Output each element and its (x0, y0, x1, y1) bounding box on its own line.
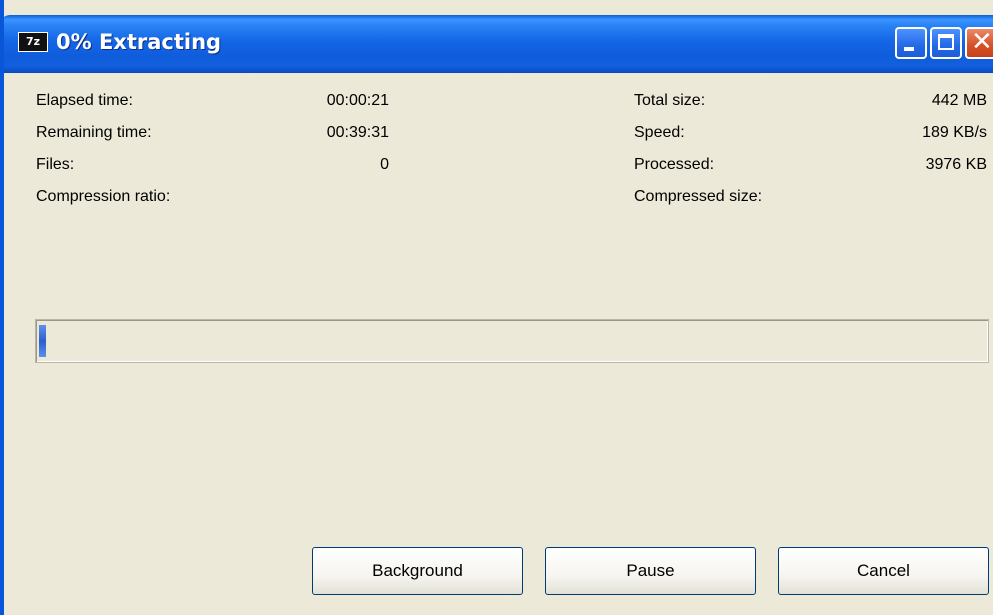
maximize-button[interactable] (930, 27, 962, 59)
compressed-size-label: Compressed size: (634, 188, 763, 205)
processed-label: Processed: (634, 156, 715, 173)
elapsed-time-value: 00:00:21 (326, 92, 389, 109)
processed-value: 3976 KB (925, 156, 987, 173)
total-size-value: 442 MB (931, 92, 987, 109)
close-button[interactable]: ✕ (965, 27, 993, 59)
window-title: 0% Extracting (56, 30, 222, 54)
progress-bar-fill (39, 325, 46, 357)
progress-bar (35, 319, 989, 363)
minimize-icon (904, 47, 914, 51)
speed-label: Speed: (634, 124, 685, 141)
remaining-time-value: 00:39:31 (326, 124, 389, 141)
title-bar[interactable]: 7z 0% Extracting ✕ (4, 15, 993, 73)
remaining-time-label: Remaining time: (36, 124, 152, 141)
files-value: 0 (380, 156, 389, 173)
total-size-label: Total size: (634, 92, 706, 109)
pause-button[interactable]: Pause (545, 547, 756, 595)
background-button[interactable]: Background (312, 547, 523, 595)
files-label: Files: (36, 156, 75, 173)
maximize-icon (938, 34, 954, 50)
elapsed-time-label: Elapsed time: (36, 92, 133, 109)
extract-progress-window: 7z 0% Extracting ✕ Elapsed time: 00:00:2… (0, 0, 993, 615)
cancel-button[interactable]: Cancel (778, 547, 989, 595)
compression-ratio-label: Compression ratio: (36, 188, 171, 205)
close-icon: ✕ (971, 27, 993, 57)
7zip-icon[interactable]: 7z (18, 32, 48, 52)
speed-value: 189 KB/s (922, 124, 987, 141)
minimize-button[interactable] (895, 27, 927, 59)
